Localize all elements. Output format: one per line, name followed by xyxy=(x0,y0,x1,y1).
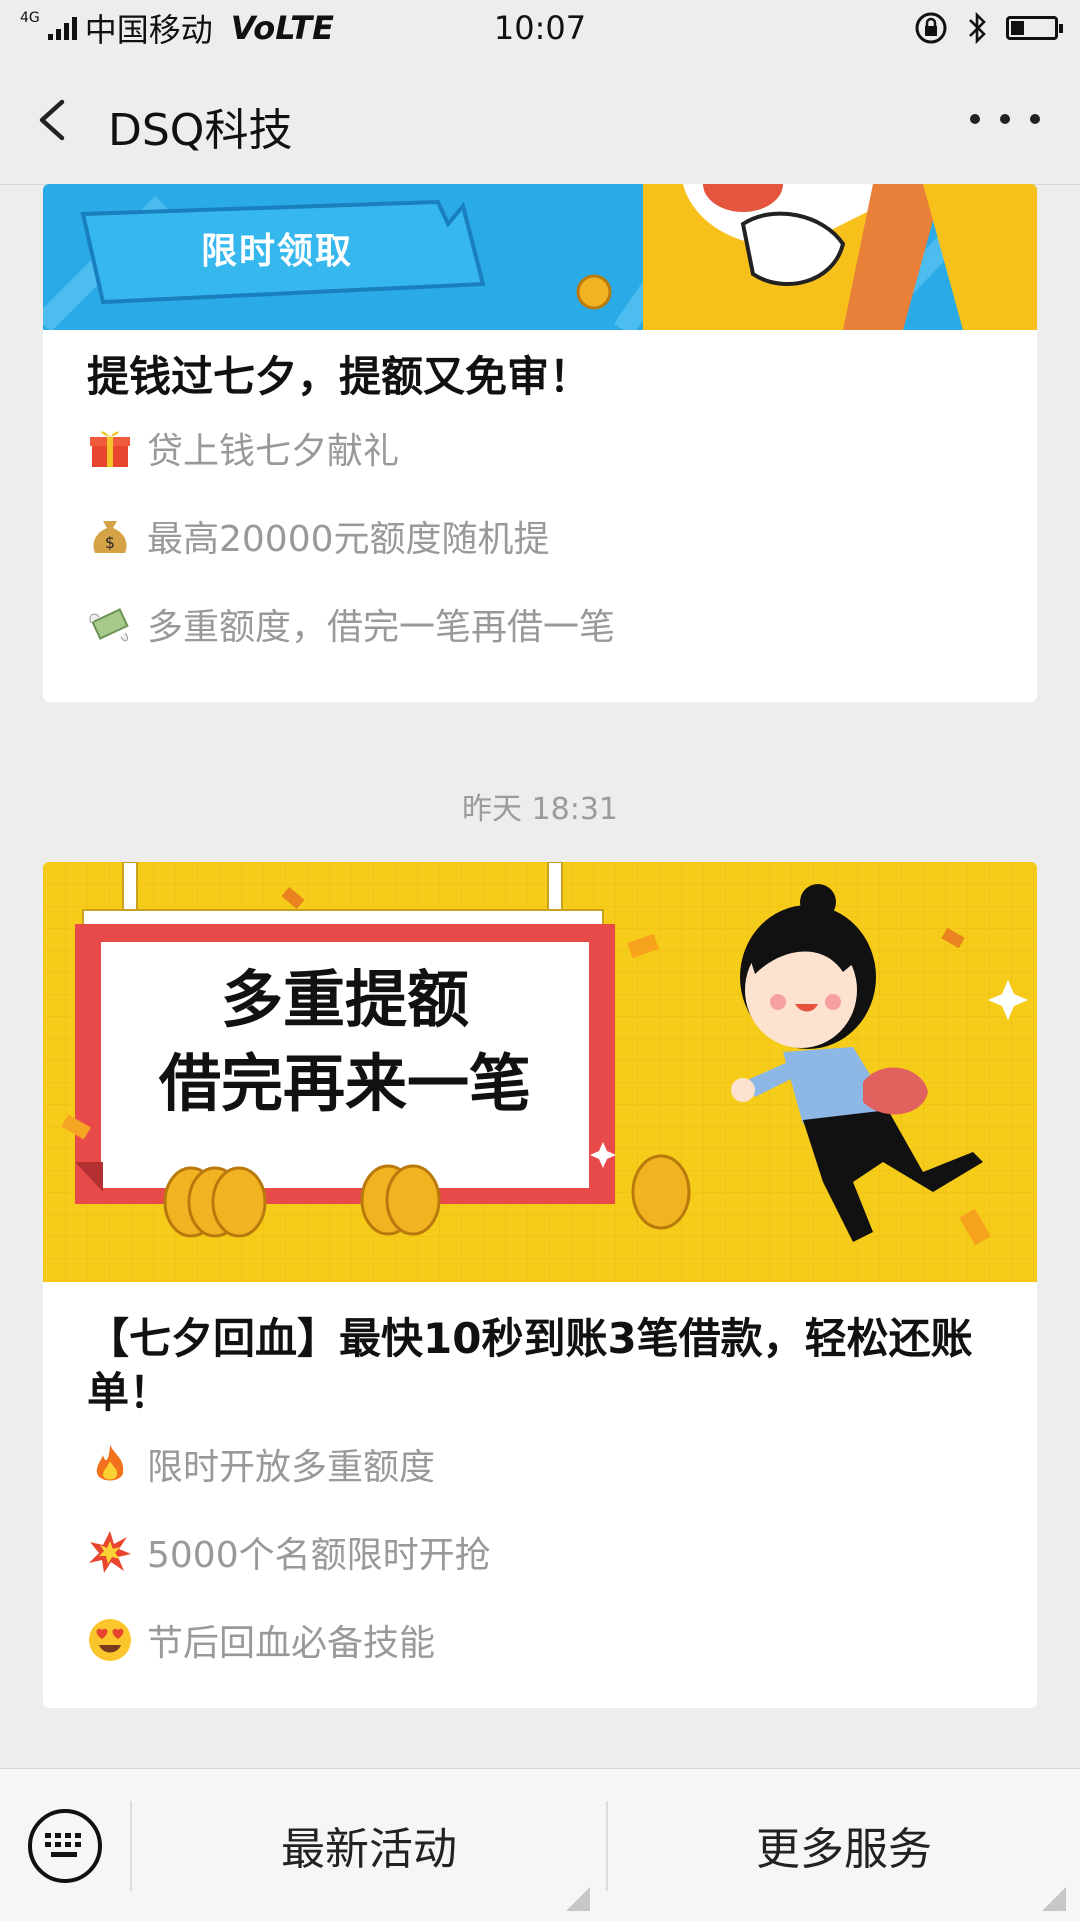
svg-text:$: $ xyxy=(105,533,115,552)
banner-illustration xyxy=(43,184,1037,330)
heart-eyes-icon xyxy=(89,1619,131,1661)
article-card[interactable]: 多重提额 借完再来一笔 【七夕回血】最快10秒到账3笔借款，轻松还账单！ 限时开… xyxy=(43,862,1037,1708)
article-title: 提钱过七夕，提额又免审！ xyxy=(87,352,592,401)
bluetooth-icon xyxy=(969,11,986,45)
battery-icon xyxy=(1006,16,1063,40)
menu-tab-latest-activities[interactable]: 最新活动 xyxy=(132,1769,606,1921)
list-item: $ 最高20000元额度随机提 xyxy=(87,492,993,580)
submenu-indicator-icon xyxy=(566,1887,590,1911)
article-banner: 限时领取 xyxy=(43,184,1037,330)
collision-icon xyxy=(89,1531,131,1573)
page-title: DSQ科技 xyxy=(108,105,293,156)
status-bar: 4G 中国移动 VoLTE 10:07 xyxy=(0,0,1080,56)
more-options-icon[interactable] xyxy=(970,104,1040,134)
submenu-indicator-icon xyxy=(1042,1887,1066,1911)
back-arrow-icon[interactable] xyxy=(32,96,72,144)
list-item-text: 节后回血必备技能 xyxy=(147,1623,436,1664)
gift-icon xyxy=(90,431,130,467)
banner-label: 限时领取 xyxy=(201,231,354,272)
bottom-menu-bar: 最新活动 更多服务 xyxy=(0,1768,1080,1921)
banner-headline: 多重提额 借完再来一笔 xyxy=(101,958,589,1126)
rotation-lock-icon xyxy=(915,12,947,44)
list-item: 贷上钱七夕献礼 xyxy=(87,404,993,492)
nav-bar: DSQ科技 xyxy=(0,56,1080,185)
keyboard-icon[interactable] xyxy=(28,1809,102,1883)
banner-line-1: 多重提额 xyxy=(220,963,469,1036)
flying-money-icon xyxy=(89,608,129,642)
list-item-text: 最高20000元额度随机提 xyxy=(147,519,550,560)
list-item: 限时开放多重额度 xyxy=(87,1420,993,1508)
article-card[interactable]: 限时领取 提钱过七夕，提额又免审！ 贷上钱七夕献礼 $ 最高20000元额度随机… xyxy=(43,184,1037,702)
menu-tab-more-services[interactable]: 更多服务 xyxy=(608,1769,1080,1921)
list-item: 5000个名额限时开抢 xyxy=(87,1508,993,1596)
list-item: 多重额度，借完一笔再借一笔 xyxy=(87,580,993,668)
list-item: 节后回血必备技能 xyxy=(87,1596,993,1684)
message-timestamp: 昨天 18:31 xyxy=(462,792,618,827)
list-item-text: 5000个名额限时开抢 xyxy=(147,1535,491,1576)
money-bag-icon: $ xyxy=(93,521,127,553)
banner-line-2: 借完再来一笔 xyxy=(158,1047,531,1120)
list-item-text: 限时开放多重额度 xyxy=(147,1447,436,1488)
article-banner: 多重提额 借完再来一笔 xyxy=(43,862,1037,1282)
list-item-text: 多重额度，借完一笔再借一笔 xyxy=(147,607,616,648)
list-item-text: 贷上钱七夕献礼 xyxy=(147,431,400,472)
fire-icon xyxy=(96,1445,124,1481)
article-title: 【七夕回血】最快10秒到账3笔借款，轻松还账单！ xyxy=(87,1314,973,1417)
